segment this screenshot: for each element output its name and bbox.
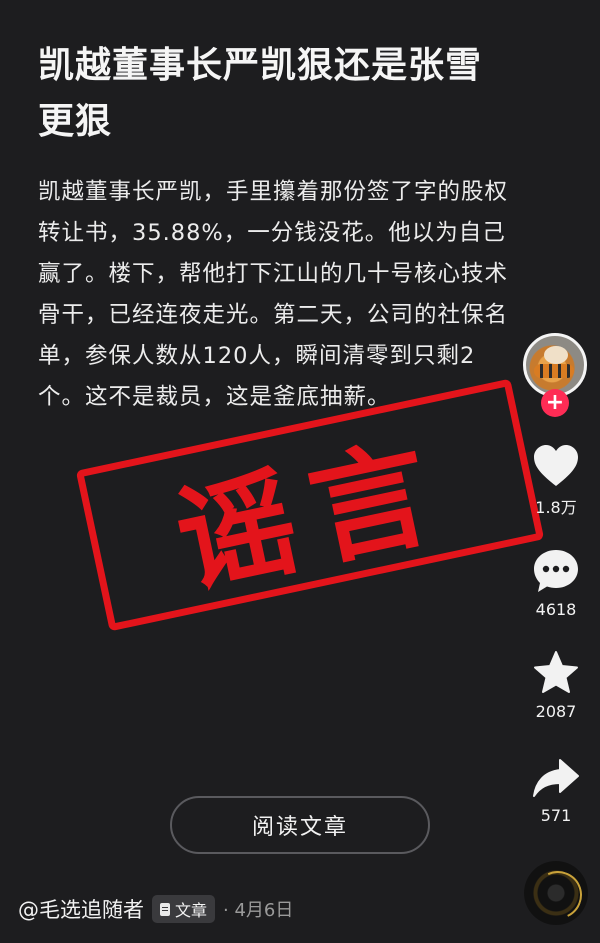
author-name[interactable]: @毛选追随者 [18, 894, 144, 924]
follow-button[interactable]: + [541, 389, 569, 417]
comment-icon [534, 550, 578, 592]
favorite-button[interactable]: 2087 [518, 650, 594, 721]
article-tag[interactable]: 文章 [152, 895, 216, 923]
like-button[interactable]: 1.8万 [518, 444, 594, 518]
post-footer: @毛选追随者 文章 · 4月6日 [18, 893, 293, 925]
document-icon [160, 902, 170, 916]
rumor-stamp-text: 谣言 [164, 419, 460, 612]
article-tag-label: 文章 [175, 901, 208, 920]
favorite-count: 2087 [535, 702, 577, 721]
share-count: 571 [540, 806, 572, 825]
comment-count: 4618 [535, 600, 577, 619]
star-icon [534, 651, 578, 693]
post-body: 凯越董事长严凯，手里攥着那份签了字的股权转让书，35.88%，一分钱没花。他以为… [38, 179, 509, 410]
action-rail: + 1.8万 4618 2087 571 [518, 0, 598, 943]
read-article-button[interactable]: 阅读文章 [170, 796, 430, 854]
share-button[interactable]: 571 [518, 758, 594, 825]
like-count: 1.8万 [535, 498, 577, 517]
avatar[interactable] [523, 333, 587, 397]
post-date: · 4月6日 [223, 900, 294, 921]
heart-icon [534, 445, 578, 486]
post-title: 凯越董事长严凯狠还是张雪更狠 [38, 45, 483, 142]
share-icon [533, 759, 579, 797]
comment-button[interactable]: 4618 [518, 548, 594, 619]
music-disc[interactable] [524, 861, 588, 925]
